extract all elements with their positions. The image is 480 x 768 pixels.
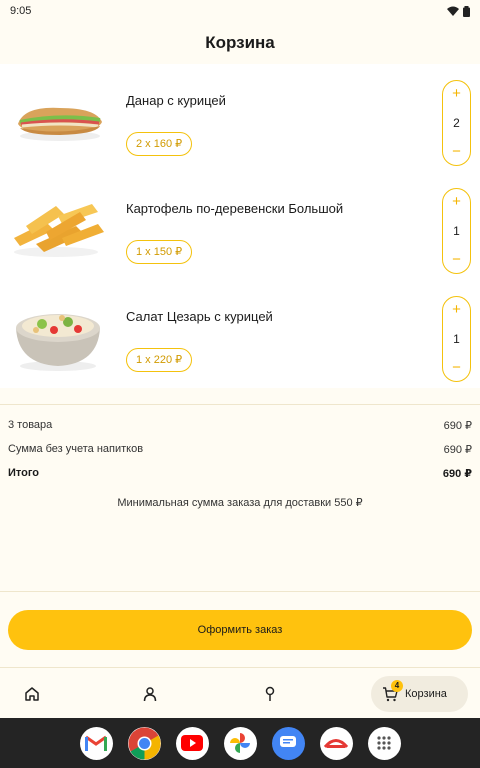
wifi-icon xyxy=(447,6,459,16)
gmail-app[interactable] xyxy=(79,726,113,760)
items-count-value: 690 ₽ xyxy=(443,420,472,432)
danar-app[interactable] xyxy=(319,726,353,760)
item-price-badge: 1 х 220 ₽ xyxy=(126,348,193,372)
nav-profile[interactable] xyxy=(130,668,170,719)
without-drinks-row: Сумма без учета напитков 690 ₽ xyxy=(8,443,472,456)
item-name: Картофель по-деревенски Большой xyxy=(126,201,344,216)
status-bar: 9:05 xyxy=(0,0,480,22)
nav-location[interactable] xyxy=(250,668,290,719)
quantity-stepper: + 2 − xyxy=(442,80,471,166)
gmail-icon xyxy=(85,735,107,751)
youtube-app[interactable] xyxy=(175,726,209,760)
increase-button[interactable]: + xyxy=(444,85,470,103)
quantity-value: 1 xyxy=(453,224,460,238)
home-icon xyxy=(25,686,39,701)
profile-icon xyxy=(143,686,157,701)
app-header: Корзина xyxy=(0,22,480,64)
battery-icon xyxy=(463,5,470,17)
chrome-icon xyxy=(128,727,161,760)
potato-wedges-image xyxy=(14,204,104,257)
increase-button[interactable]: + xyxy=(444,193,470,211)
increase-button[interactable]: + xyxy=(444,301,470,319)
item-price-badge: 2 х 160 ₽ xyxy=(126,132,193,156)
decrease-button[interactable]: − xyxy=(444,143,470,161)
app-drawer[interactable] xyxy=(367,726,401,760)
messages-icon xyxy=(280,736,296,747)
app-drawer-icon xyxy=(377,736,391,750)
quantity-stepper: + 1 − xyxy=(442,188,471,274)
without-drinks-label: Сумма без учета напитков xyxy=(8,443,144,455)
page-title: Корзина xyxy=(205,33,275,52)
danar-app-icon xyxy=(323,739,349,749)
quantity-value: 1 xyxy=(453,332,460,346)
cart-item[interactable]: Салат Цезарь с курицей 1 х 220 ₽ + 1 − xyxy=(0,280,480,388)
photos-icon xyxy=(230,733,250,753)
items-count-row: 3 товара 690 ₽ xyxy=(8,419,472,432)
photos-app[interactable] xyxy=(223,726,257,760)
total-value: 690 ₽ xyxy=(442,468,472,480)
youtube-icon xyxy=(181,735,203,751)
cart-count-badge: 4 xyxy=(391,680,403,692)
decrease-button[interactable]: − xyxy=(444,359,470,377)
item-name: Данар с курицей xyxy=(126,93,226,108)
nav-cart-label: Корзина xyxy=(405,688,447,700)
total-row: Итого 690 ₽ xyxy=(8,467,472,480)
cart-item[interactable]: Картофель по-деревенски Большой 1 х 150 … xyxy=(0,172,480,280)
location-pin-icon xyxy=(265,686,275,701)
item-name: Салат Цезарь с курицей xyxy=(126,309,273,324)
nav-home[interactable] xyxy=(12,668,52,719)
chrome-app[interactable] xyxy=(127,726,161,760)
decrease-button[interactable]: − xyxy=(444,251,470,269)
order-summary: 3 товара 690 ₽ Сумма без учета напитков … xyxy=(0,404,480,592)
messages-app[interactable] xyxy=(271,726,305,760)
quantity-value: 2 xyxy=(453,116,460,130)
item-price-badge: 1 х 150 ₽ xyxy=(126,240,193,264)
sandwich-image xyxy=(18,107,102,141)
total-label: Итого xyxy=(8,467,40,479)
caesar-salad-image xyxy=(16,314,100,371)
without-drinks-value: 690 ₽ xyxy=(443,444,472,456)
items-count-label: 3 товара xyxy=(8,419,53,431)
bottom-nav: 4 Корзина xyxy=(0,667,480,718)
min-order-note: Минимальная сумма заказа для доставки 55… xyxy=(117,497,363,509)
clock: 9:05 xyxy=(10,5,32,17)
quantity-stepper: + 1 − xyxy=(442,296,471,382)
cart-item[interactable]: Данар с курицей 2 х 160 ₽ + 2 − xyxy=(0,64,480,172)
checkout-button[interactable]: Оформить заказ xyxy=(8,610,472,650)
nav-cart[interactable]: 4 Корзина xyxy=(371,676,468,712)
system-dock xyxy=(0,718,480,768)
cart-list: Данар с курицей 2 х 160 ₽ + 2 − Картофел… xyxy=(0,64,480,388)
